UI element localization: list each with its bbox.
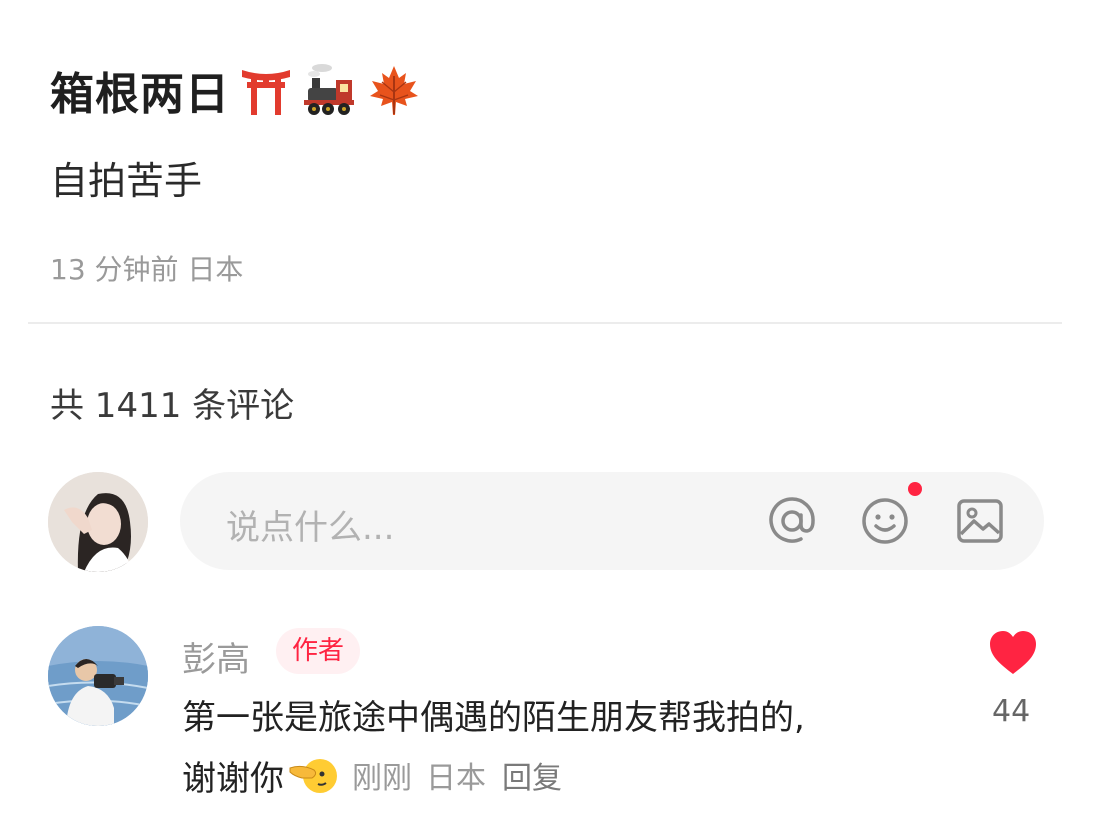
new-emoji-dot [908, 482, 922, 496]
comment-time: 刚刚 [352, 761, 412, 796]
commenter-avatar[interactable] [48, 626, 148, 726]
torii-gate-emoji [242, 70, 290, 115]
comment-text-line-2: 谢谢你 [182, 758, 284, 799]
like-count: 44 [992, 694, 1031, 729]
comment-location: 日本 [426, 761, 486, 796]
author-badge: 作者 [276, 628, 361, 674]
image-icon[interactable] [955, 496, 1005, 546]
post-title: 箱根两日 [50, 69, 230, 120]
emoji-icon[interactable] [860, 496, 910, 546]
locomotive-emoji [304, 64, 354, 115]
comment-count: 共 1411 条评论 [50, 386, 295, 426]
current-user-avatar[interactable] [48, 472, 148, 572]
comment-text-line-2-row: 谢谢你 刚刚 日本 回复 [182, 752, 562, 799]
avatar-image [48, 626, 148, 726]
comment-text-line-1: 第一张是旅途中偶遇的陌生朋友帮我拍的, [182, 698, 805, 738]
comment-input[interactable]: 说点什么... [180, 472, 1044, 570]
maple-leaf-emoji [370, 66, 418, 115]
divider [28, 322, 1062, 324]
post-title-row: 箱根两日 [50, 58, 422, 122]
like-heart-icon[interactable] [988, 630, 1038, 676]
at-icon[interactable] [767, 496, 817, 546]
pointing-face-emoji [289, 759, 337, 793]
post-meta: 13 分钟前 日本 [50, 253, 244, 286]
comment-input-placeholder: 说点什么... [226, 508, 395, 548]
avatar-image [48, 472, 148, 572]
commenter-name[interactable]: 彭高 [182, 632, 250, 681]
reply-button[interactable]: 回复 [502, 753, 562, 797]
post-description: 自拍苦手 [50, 159, 203, 203]
